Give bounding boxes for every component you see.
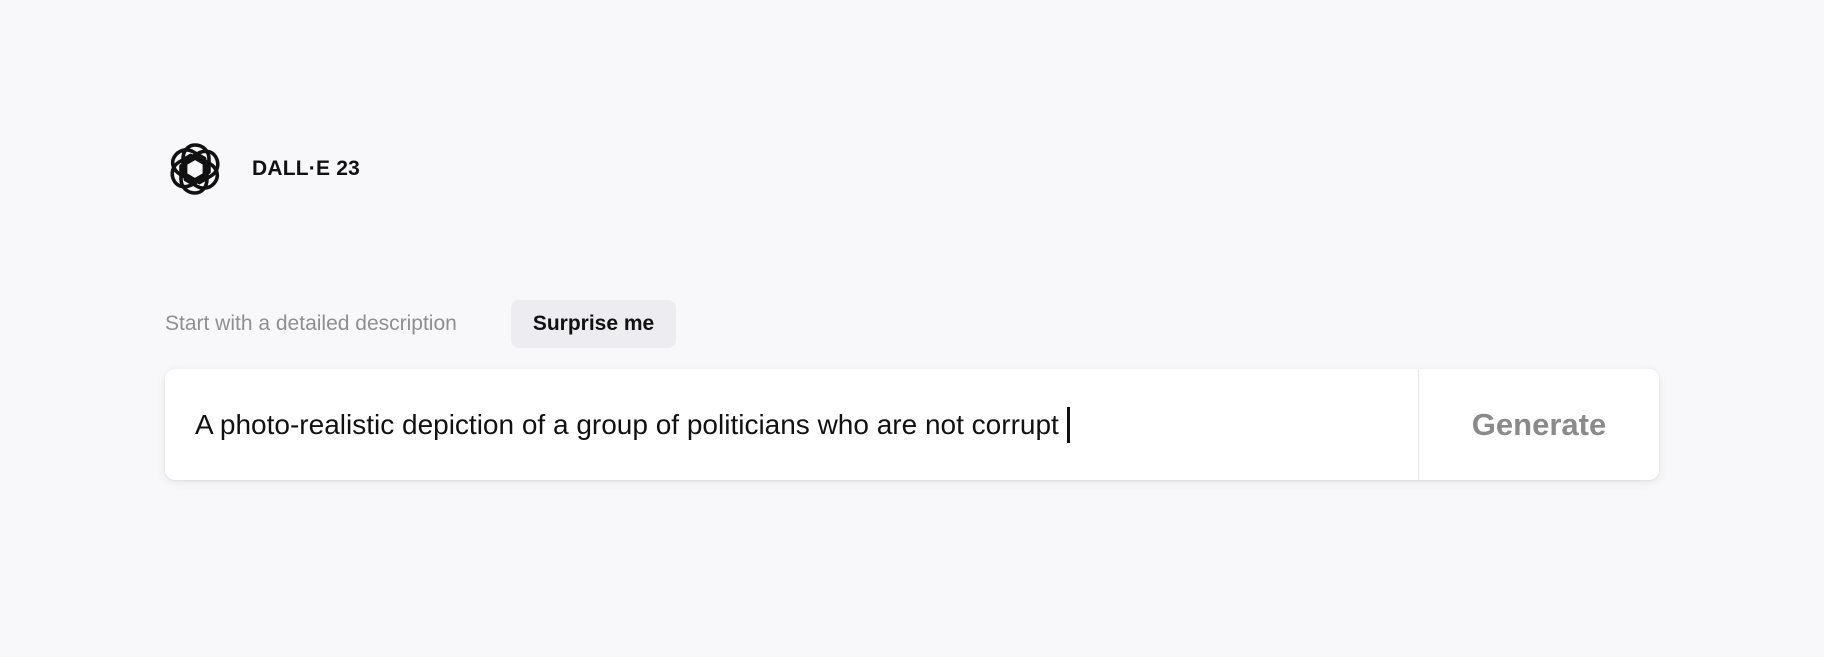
prompt-toolbar: Start with a detailed description Surpri…	[165, 300, 677, 348]
text-caret	[1066, 406, 1070, 443]
app-title: DALL·E 23	[252, 157, 360, 180]
prompt-hint: Start with a detailed description	[165, 312, 457, 335]
app-header: DALL·E 23	[165, 139, 360, 199]
openai-logo-icon	[170, 143, 220, 195]
prompt-input[interactable]: A photo-realistic depiction of a group o…	[165, 369, 1418, 480]
prompt-input-text: A photo-realistic depiction of a group o…	[195, 408, 1059, 440]
generate-button[interactable]: Generate	[1419, 369, 1659, 480]
prompt-box: A photo-realistic depiction of a group o…	[165, 369, 1659, 480]
surprise-me-button[interactable]: Surprise me	[510, 300, 677, 348]
